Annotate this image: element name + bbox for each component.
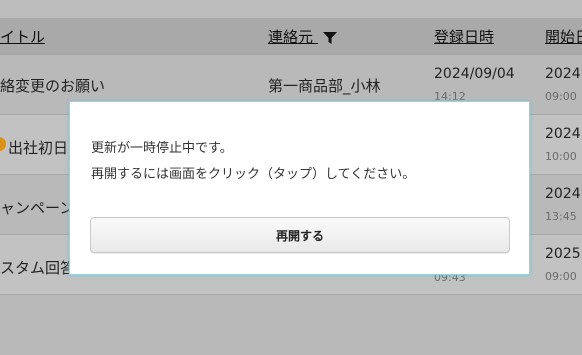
paused-dialog[interactable]: 更新が一時停止中です。 再開するには画面をクリック（タップ）してください。 再開… xyxy=(69,101,530,275)
table-row[interactable] xyxy=(0,294,582,355)
row-start-date: 2024 xyxy=(545,126,581,142)
row-title[interactable]: ャンペーン xyxy=(0,197,74,218)
header-contact[interactable]: 連絡元 xyxy=(268,26,338,47)
row-start-date: 2024 xyxy=(545,186,581,202)
row-contact: 第一商品部_小林 xyxy=(268,77,381,95)
resume-button[interactable]: 再開する xyxy=(90,217,510,253)
filter-icon[interactable] xyxy=(322,30,338,46)
header-title[interactable]: イトル xyxy=(0,26,45,47)
row-title[interactable]: スタム回答 xyxy=(0,257,75,278)
top-bar xyxy=(0,0,582,18)
row-start-date: 2025 xyxy=(545,246,581,262)
dialog-message-instruction: 再開するには画面をクリック（タップ）してください。 xyxy=(91,167,416,182)
row-start-time: 13:45 xyxy=(545,210,577,223)
row-title[interactable]: 絡変更のお願い xyxy=(0,75,105,96)
header-registered[interactable]: 登録日時 xyxy=(434,26,494,47)
row-start-time: 10:00 xyxy=(545,150,577,163)
header-contact-label[interactable]: 連絡元 xyxy=(268,28,313,46)
row-start-date: 2024 xyxy=(545,66,581,82)
header-start[interactable]: 開始日 xyxy=(545,26,582,47)
row-start-time: 09:00 xyxy=(545,270,577,283)
dialog-message-paused: 更新が一時停止中です。 xyxy=(91,141,233,156)
row-start-time: 09:00 xyxy=(545,90,577,103)
table-header: イトル 連絡元 登録日時 開始日 xyxy=(0,18,582,54)
row-registered-date: 2024/09/04 xyxy=(434,66,515,82)
